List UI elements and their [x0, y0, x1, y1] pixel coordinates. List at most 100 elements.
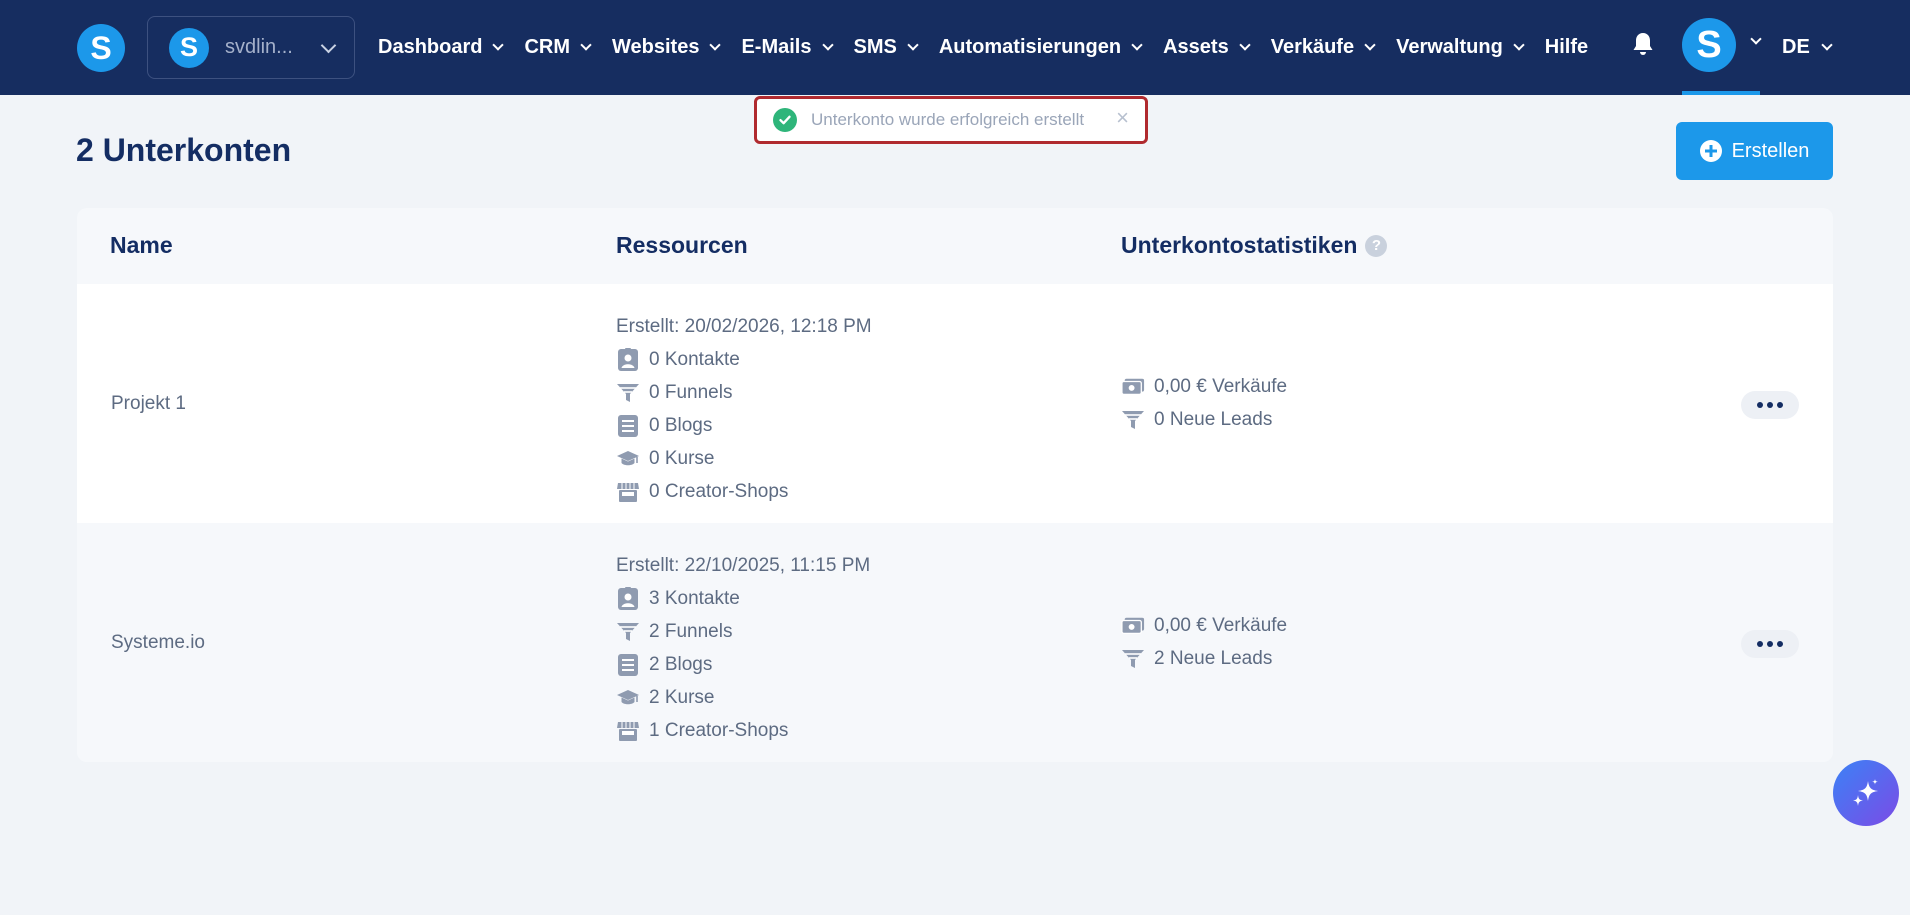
main-nav: Dashboard CRM Websites E-Mails SMS Autom… — [378, 0, 1588, 95]
chevron-down-icon — [1821, 39, 1833, 51]
resources-cell: Erstellt: 22/10/2025, 11:15 PM 3 Kontakt… — [616, 549, 870, 747]
resource-blogs: 0 Blogs — [616, 409, 872, 442]
ai-assistant-button[interactable] — [1833, 760, 1899, 826]
money-icon — [1121, 617, 1145, 634]
column-header-stats: Unterkontostatistiken ? — [1121, 232, 1388, 259]
graduation-cap-icon — [617, 689, 639, 704]
stat-sales: 0,00 € Verkäufe — [1121, 370, 1287, 403]
toast-message: Unterkonto wurde erfolgreich erstellt — [811, 110, 1085, 129]
resource-label: 2 Funnels — [649, 620, 733, 642]
user-menu[interactable]: S — [1682, 0, 1762, 95]
resource-courses: 2 Kurse — [616, 681, 870, 714]
column-header-resources: Ressourcen — [616, 232, 748, 258]
table-header: Name Ressourcen Unterkontostatistiken ? — [77, 208, 1833, 284]
avatar: S — [1682, 18, 1736, 72]
resource-blogs: 2 Blogs — [616, 648, 870, 681]
contact-card-icon — [618, 347, 638, 371]
stats-cell: 0,00 € Verkäufe 0 Neue Leads — [1121, 370, 1287, 436]
resource-contacts: 0 Kontakte — [616, 343, 872, 376]
storefront-icon — [617, 721, 639, 741]
check-circle-icon — [773, 108, 797, 132]
funnel-icon — [617, 383, 639, 402]
chevron-down-icon — [580, 39, 592, 51]
funnel-icon — [1122, 649, 1144, 668]
resource-label: 0 Kontakte — [649, 348, 740, 370]
subaccount-name: Systeme.io — [111, 631, 205, 653]
stat-label: 2 Neue Leads — [1154, 647, 1273, 669]
stat-leads: 2 Neue Leads — [1121, 642, 1287, 675]
table-row: Projekt 1 Erstellt: 20/02/2026, 12:18 PM… — [77, 284, 1833, 523]
nav-label: E-Mails — [741, 36, 812, 58]
created-date: Erstellt: 22/10/2025, 11:15 PM — [616, 555, 871, 576]
resource-label: 0 Blogs — [649, 414, 713, 436]
resource-shops: 0 Creator-Shops — [616, 475, 872, 508]
subaccount-name: Projekt 1 — [111, 392, 186, 414]
chevron-down-icon — [1364, 39, 1376, 51]
chevron-down-icon — [1513, 39, 1525, 51]
graduation-cap-icon — [617, 450, 639, 465]
row-actions-button[interactable] — [1741, 630, 1799, 658]
nav-help[interactable]: Hilfe — [1545, 36, 1588, 59]
create-subaccount-button[interactable]: Erstellen — [1676, 122, 1833, 180]
dot — [1777, 402, 1783, 408]
resource-contacts: 3 Kontakte — [616, 582, 870, 615]
account-name: svdlin... — [225, 36, 293, 58]
nav-administration[interactable]: Verwaltung — [1396, 36, 1525, 59]
dot — [1767, 402, 1773, 408]
account-switcher[interactable]: S svdlin... — [147, 16, 355, 79]
create-button-label: Erstellen — [1731, 139, 1810, 162]
page-title: 2 Unterkonten — [76, 132, 292, 168]
funnel-icon — [1122, 410, 1144, 429]
stat-label: 0 Neue Leads — [1154, 408, 1273, 430]
money-icon — [1121, 378, 1145, 395]
nav-label: SMS — [853, 36, 897, 58]
nav-crm[interactable]: CRM — [524, 36, 592, 59]
resources-cell: Erstellt: 20/02/2026, 12:18 PM 0 Kontakt… — [616, 310, 872, 508]
chevron-down-icon — [907, 39, 919, 51]
nav-sms[interactable]: SMS — [853, 36, 919, 59]
column-header-stats-label: Unterkontostatistiken — [1121, 232, 1358, 258]
resource-funnels: 2 Funnels — [616, 615, 870, 648]
resource-label: 0 Kurse — [649, 447, 715, 469]
nav-websites[interactable]: Websites — [612, 36, 722, 59]
resource-label: 0 Funnels — [649, 381, 733, 403]
dot — [1777, 641, 1783, 647]
nav-label: Dashboard — [378, 36, 483, 58]
success-toast: Unterkonto wurde erfolgreich erstellt × — [754, 96, 1148, 144]
document-icon — [618, 653, 638, 676]
question-icon[interactable]: ? — [1365, 234, 1388, 257]
bell-icon[interactable] — [1632, 31, 1654, 57]
created-date: Erstellt: 20/02/2026, 12:18 PM — [616, 316, 872, 337]
language-selector[interactable]: DE — [1782, 0, 1833, 95]
chevron-down-icon — [709, 39, 722, 51]
nav-label: Assets — [1163, 36, 1229, 58]
resource-shops: 1 Creator-Shops — [616, 714, 870, 747]
nav-label: CRM — [524, 36, 571, 58]
chevron-down-icon — [1239, 39, 1251, 51]
nav-label: Verkäufe — [1270, 36, 1355, 58]
row-actions-button[interactable] — [1741, 391, 1799, 419]
sparkles-icon — [1853, 779, 1878, 806]
document-icon — [618, 414, 638, 437]
resource-label: 0 Creator-Shops — [649, 480, 789, 502]
nav-assets[interactable]: Assets — [1163, 36, 1251, 59]
nav-automations[interactable]: Automatisierungen — [939, 36, 1143, 59]
funnel-icon — [617, 622, 639, 641]
chevron-down-icon — [320, 37, 337, 53]
top-navigation-bar: S S svdlin... Dashboard CRM Websites E-M… — [0, 0, 1910, 95]
resource-label: 3 Kontakte — [649, 587, 740, 609]
systeme-logo[interactable]: S — [77, 24, 125, 72]
dot — [1757, 402, 1763, 408]
nav-label: Websites — [612, 36, 700, 58]
chevron-down-icon — [492, 39, 505, 51]
dot — [1757, 641, 1763, 647]
close-icon[interactable]: × — [1116, 105, 1129, 131]
resource-label: 2 Blogs — [649, 653, 713, 675]
table-row: Systeme.io Erstellt: 22/10/2025, 11:15 P… — [77, 523, 1833, 762]
nav-dashboard[interactable]: Dashboard — [378, 36, 505, 59]
nav-emails[interactable]: E-Mails — [741, 36, 834, 59]
subaccounts-table: Name Ressourcen Unterkontostatistiken ? … — [77, 208, 1833, 762]
account-avatar: S — [169, 27, 209, 68]
contact-card-icon — [618, 586, 638, 610]
nav-sales[interactable]: Verkäufe — [1270, 36, 1376, 59]
